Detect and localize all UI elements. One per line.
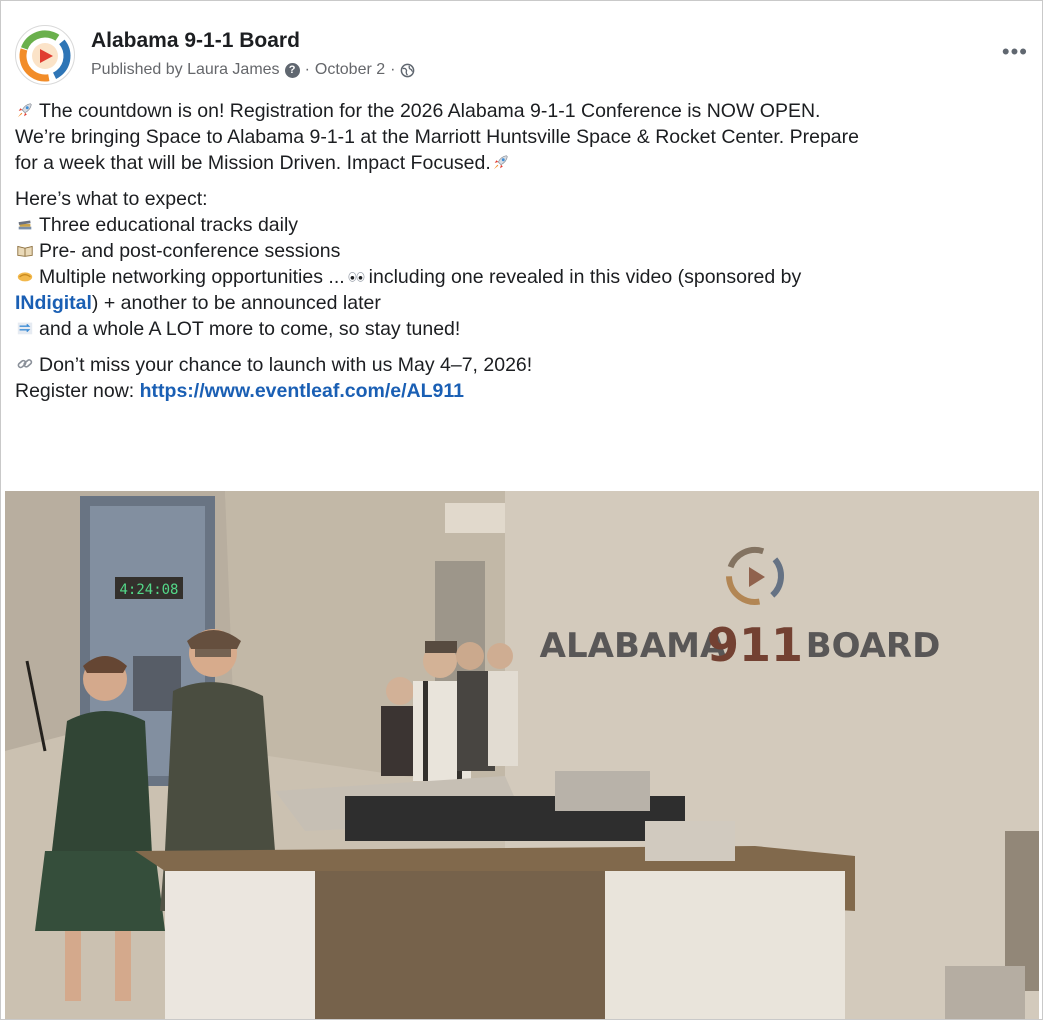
open-book-icon [17, 245, 33, 257]
page-avatar[interactable] [15, 25, 75, 85]
indigital-link[interactable]: INdigital [15, 292, 92, 314]
link-icon [17, 359, 33, 369]
list-item: Three educational tracks daily [15, 212, 1032, 238]
list-item: and a whole A LOT more to come, so stay … [15, 316, 1032, 342]
help-circle-icon[interactable]: ? [284, 62, 300, 78]
registration-link[interactable]: https://www.eventleaf.com/e/AL911 [140, 380, 464, 402]
post-video[interactable]: 4:24:08 ALABAMA 911 BOARD [5, 491, 1039, 1019]
meta-separator: · [304, 61, 310, 78]
more-options-button[interactable]: ••• [1002, 39, 1028, 65]
facebook-post: Alabama 9-1-1 Board Published by Laura J… [0, 0, 1043, 1020]
post-header: Alabama 9-1-1 Board Published by Laura J… [15, 25, 1028, 85]
eyes-icon [348, 272, 365, 282]
list-item: Multiple networking opportunities ... in… [15, 264, 1032, 290]
paragraph-expectations: Here’s what to expect: Three educational… [15, 186, 1032, 342]
post-meta: Published by Laura James ? · October 2 · [91, 61, 415, 79]
globe-icon [401, 63, 415, 77]
paragraph-register: Don’t miss your chance to launch with us… [15, 354, 533, 402]
video-frame: 4:24:08 ALABAMA 911 BOARD [5, 491, 1039, 1019]
published-by[interactable]: Published by Laura James [91, 61, 280, 79]
meta-separator: · [390, 61, 396, 78]
paragraph-announcement: The countdown is on! Registration for th… [15, 100, 859, 174]
post-date[interactable]: October 2 [315, 61, 385, 79]
page-name[interactable]: Alabama 9-1-1 Board [91, 29, 300, 53]
post-body: The countdown is on! Registration for th… [15, 98, 1032, 414]
alabama-911-logo-icon [19, 30, 71, 82]
rocket-icon [493, 155, 508, 170]
books-icon [18, 220, 32, 230]
rocket-icon [17, 103, 32, 118]
list-item: Pre- and post-conference sessions [15, 238, 1032, 264]
arrows-icon [17, 322, 33, 335]
handshake-icon [17, 272, 33, 282]
